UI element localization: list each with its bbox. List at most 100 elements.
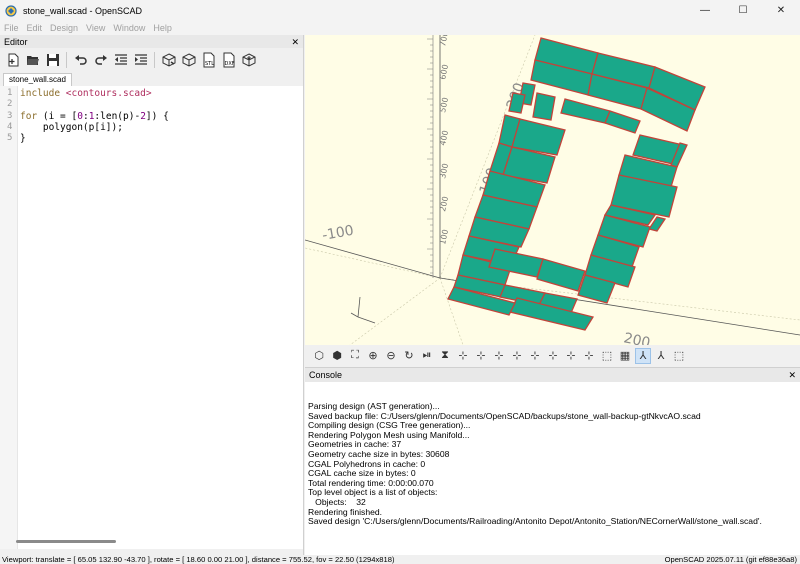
code-token: } [20, 133, 26, 145]
editor-toolbar: STL DXF [0, 48, 303, 72]
stone-polygon [560, 98, 611, 124]
menu-help[interactable]: Help [153, 23, 172, 33]
axis-label-x-neg: -100 [321, 223, 355, 244]
code-token: include [20, 88, 66, 99]
toolbar-separator [154, 52, 155, 68]
orthogonal-icon[interactable]: ▦ [617, 348, 633, 364]
render-icon[interactable] [180, 52, 197, 69]
line-number: 2 [7, 99, 13, 110]
animate-icon[interactable]: ⏯ [419, 348, 435, 364]
vertical-ruler [427, 35, 434, 278]
zoom-out-icon[interactable]: ⊖ [383, 348, 399, 364]
console-panel: Console ✕ Parsing design (AST generation… [305, 367, 800, 555]
console-title: Console [309, 370, 343, 380]
view-toolbar: ⬡ ⬢ ⛶ ⊕ ⊖ ↻ ⏯ ⧗ ⊹ ⊹ ⊹ ⊹ ⊹ ⊹ ⊹ ⊹ ⬚ ▦ ⅄ ⅄ ⬚ [305, 345, 800, 366]
code-line: polygon(p[i]); [20, 122, 123, 133]
reset-view-icon[interactable]: ↻ [401, 348, 417, 364]
indent-icon[interactable] [132, 52, 149, 69]
open-file-icon[interactable] [24, 52, 41, 69]
send-to-printer-icon[interactable] [240, 52, 257, 69]
perspective-icon[interactable]: ⬚ [599, 348, 615, 364]
view-front-icon[interactable]: ⊹ [527, 348, 543, 364]
code-editor[interactable]: 1 include <contours.scad> 2 3 for (i = [0:1:… [0, 86, 303, 549]
perspective-toggle-icon[interactable]: ⧗ [437, 348, 453, 364]
view-back-icon[interactable]: ⊹ [545, 348, 561, 364]
ruler-label: 500 [438, 97, 450, 114]
horizontal-scrollbar[interactable] [16, 540, 116, 543]
console-header: Console ✕ [305, 368, 800, 382]
view-center-icon[interactable]: ⊹ [581, 348, 597, 364]
menu-view[interactable]: View [86, 23, 105, 33]
unindent-icon[interactable] [112, 52, 129, 69]
stone-wall-model [447, 37, 706, 331]
code-token: :len(p)- [94, 110, 141, 122]
view-diagonal-icon[interactable]: ⊹ [563, 348, 579, 364]
toolbar-separator [66, 52, 67, 68]
tab-stone-wall[interactable]: stone_wall.scad [3, 73, 72, 86]
svg-text:STL: STL [205, 61, 214, 67]
axis-label-x-200: 200 [622, 330, 651, 345]
export-dxf-icon[interactable]: DXF [220, 52, 237, 69]
ruler-label: 600 [438, 64, 450, 81]
3d-viewport[interactable]: 700600500400300200100 -100 100 200 100 2… [305, 35, 800, 345]
code-line: include <contours.scad> [20, 88, 152, 99]
version-status: OpenSCAD 2025.07.11 (git ef88e36a8) [664, 555, 797, 564]
ruler-label: 400 [438, 130, 450, 147]
code-token: <contours.scad> [65, 88, 152, 99]
console-close-button[interactable]: ✕ [788, 370, 796, 380]
undo-icon[interactable] [72, 52, 89, 69]
title-bar: stone_wall.scad - OpenSCAD — ☐ ✕ [0, 0, 800, 21]
console-line: Saved design 'C:/Users/glenn/Documents/R… [308, 516, 762, 527]
menu-edit[interactable]: Edit [27, 23, 43, 33]
menu-design[interactable]: Design [50, 23, 78, 33]
redo-icon[interactable] [92, 52, 109, 69]
code-token: polygon(p[i]); [20, 121, 123, 133]
window-title: stone_wall.scad - OpenSCAD [23, 5, 143, 16]
close-window-button[interactable]: ✕ [762, 0, 800, 21]
ruler-label: 700 [438, 35, 450, 47]
view-bottom-icon[interactable]: ⊹ [491, 348, 507, 364]
preview-icon[interactable] [160, 52, 177, 69]
line-number-gutter [0, 86, 18, 549]
zoom-in-icon[interactable]: ⊕ [365, 348, 381, 364]
line-number: 3 [7, 110, 13, 121]
stone-polygon [604, 110, 641, 134]
show-edges-icon[interactable]: ⬚ [671, 348, 687, 364]
new-file-icon[interactable] [4, 52, 21, 69]
show-axes-icon[interactable]: ⅄ [635, 347, 651, 364]
show-scale-icon[interactable]: ⅄ [653, 348, 669, 364]
view-all-icon[interactable]: ⛶ [347, 348, 363, 364]
viewport-canvas: 700600500400300200100 -100 100 200 100 2… [305, 35, 800, 345]
line-number: 4 [7, 121, 13, 132]
view-right-icon[interactable]: ⊹ [455, 348, 471, 364]
menu-window[interactable]: Window [113, 23, 145, 33]
console-output: Parsing design (AST generation)... Saved … [308, 401, 762, 527]
stone-polygon [532, 92, 556, 121]
maximize-button[interactable]: ☐ [724, 0, 762, 21]
svg-text:DXF: DXF [224, 61, 234, 67]
view-top-icon[interactable]: ⊹ [473, 348, 489, 364]
preview-cube-icon[interactable]: ⬡ [311, 348, 327, 364]
code-token: ]) { [145, 110, 169, 122]
openscad-window: stone_wall.scad - OpenSCAD — ☐ ✕ File Ed… [0, 0, 800, 564]
menu-bar: File Edit Design View Window Help [0, 21, 800, 35]
openscad-logo-icon [5, 4, 17, 17]
editor-header: Editor ✕ [0, 35, 303, 48]
ruler-label: 300 [438, 163, 450, 180]
minimize-button[interactable]: — [686, 0, 724, 21]
line-number: 5 [7, 133, 13, 144]
line-number: 1 [7, 88, 13, 98]
export-stl-icon[interactable]: STL [200, 52, 217, 69]
editor-tabbar: stone_wall.scad [0, 72, 303, 86]
save-icon[interactable] [44, 52, 61, 69]
view-left-icon[interactable]: ⊹ [509, 348, 525, 364]
code-token: (i = [ [37, 110, 78, 122]
editor-close-button[interactable]: ✕ [291, 37, 299, 47]
stone-polygon [536, 258, 586, 292]
ruler-label: 100 [438, 229, 450, 246]
code-line: } [20, 133, 26, 144]
menu-file[interactable]: File [4, 23, 19, 33]
ruler-label: 200 [438, 196, 450, 213]
render-cube-icon[interactable]: ⬢ [329, 348, 345, 364]
status-bar: Viewport: translate = [ 65.05 132.90 -43… [0, 555, 800, 564]
